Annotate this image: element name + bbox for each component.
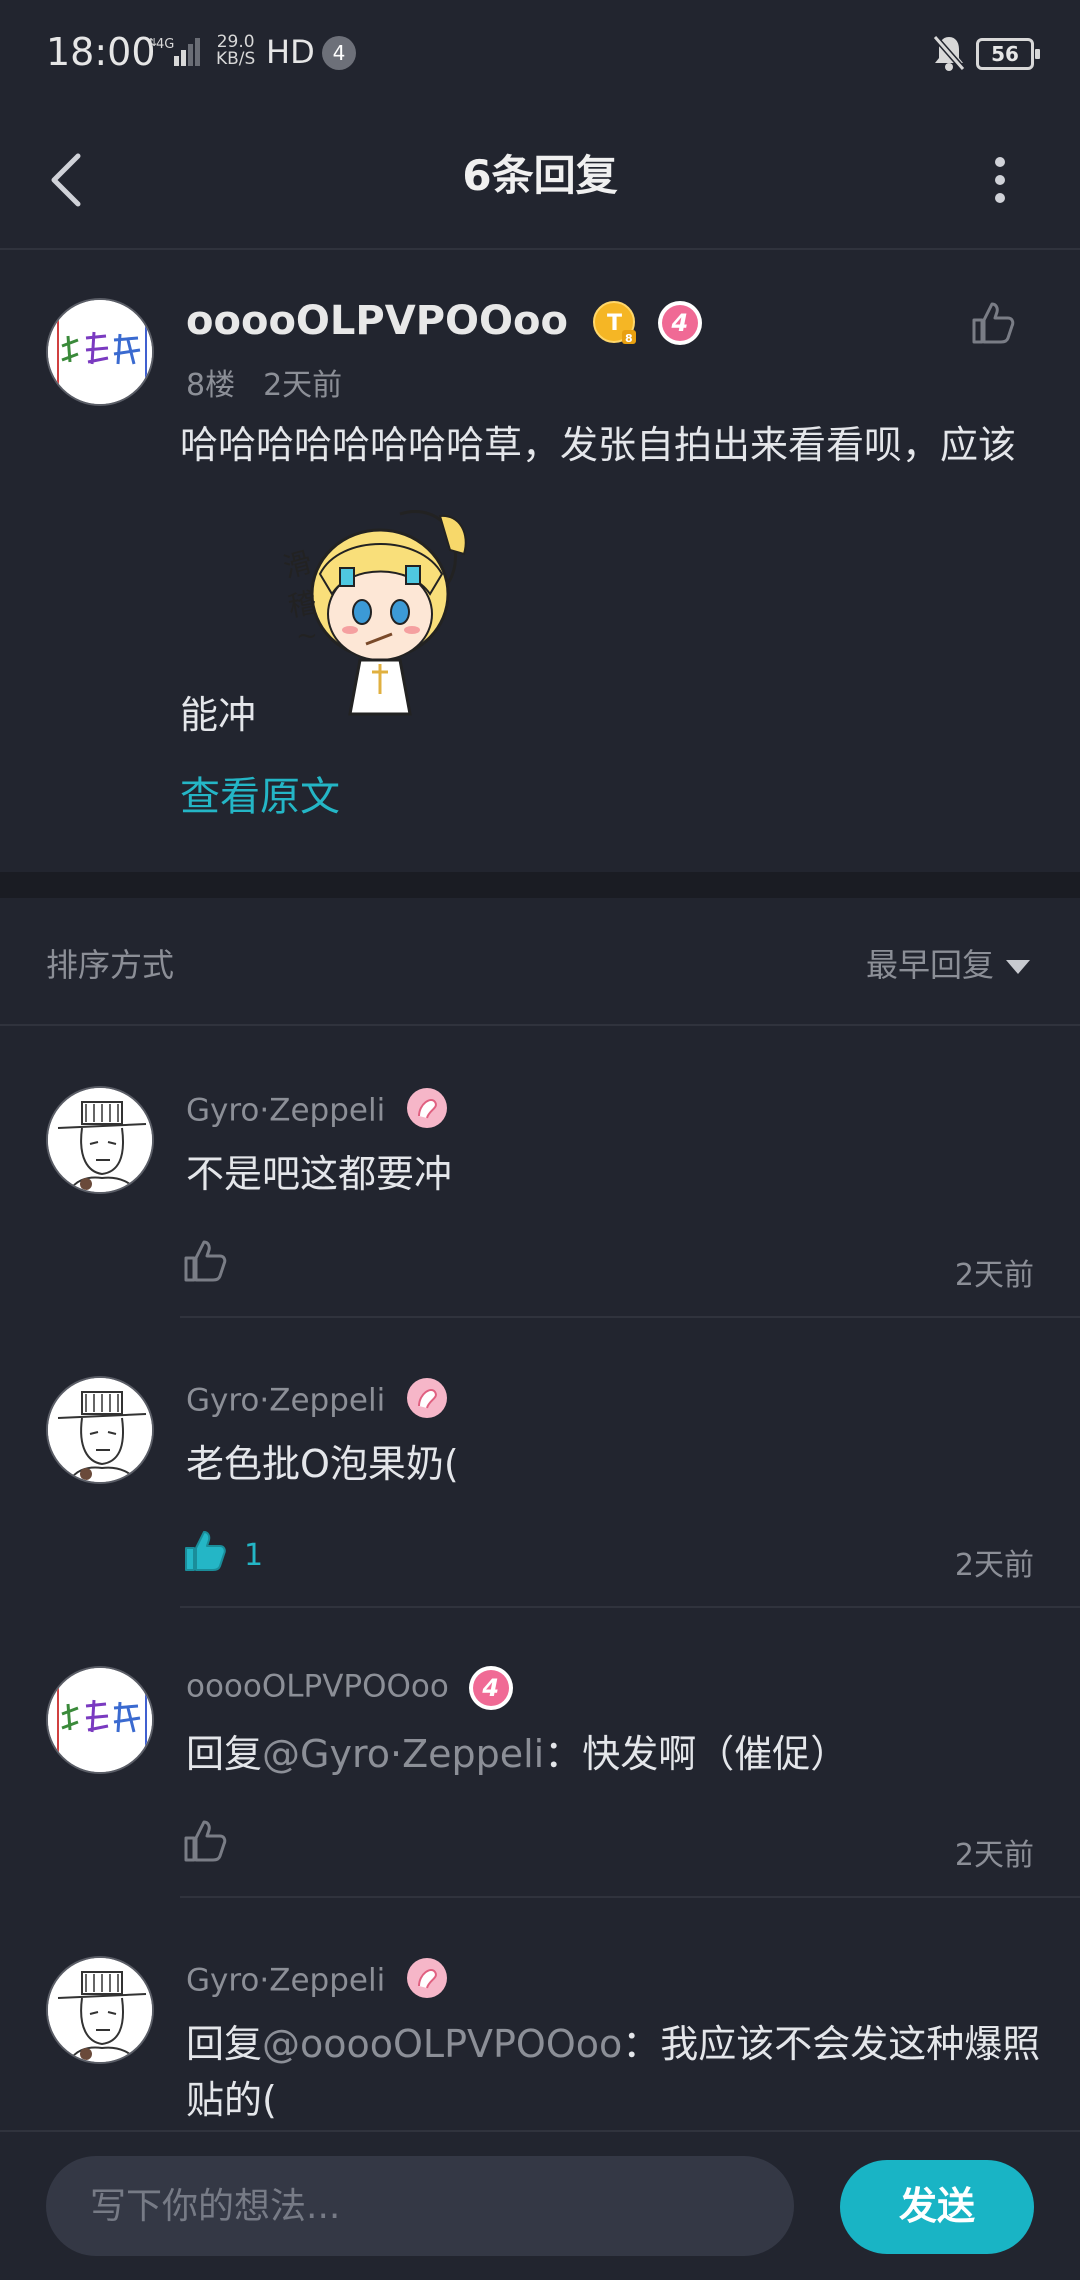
sketch-portrait-avatar-image [48, 1088, 152, 1192]
sketch-portrait-avatar-image [48, 1958, 152, 2062]
reply-item: Gyro·Zeppeli 老色批O泡果奶( 1 2天前 [0, 1318, 1080, 1608]
character-badge-icon [405, 1376, 449, 1428]
svg-text:稽: 稽 [286, 586, 319, 623]
like-button[interactable] [182, 1238, 228, 1288]
mention-link[interactable]: @Gyro·Zeppeli [262, 1732, 544, 1776]
more-options-button[interactable] [980, 144, 1020, 214]
reply-time: 2天前 [954, 1838, 1034, 1873]
battery-indicator: 56 [976, 38, 1040, 70]
reply-text: 回复@Gyro·Zeppeli：快发啊（催促） [186, 1732, 849, 1776]
status-bar: 18:00 ⇅ 4G 29.0 KB/S HD 4 56 [0, 0, 1080, 110]
reply-text: 回复@ooooOLPVPOOoo：我应该不会发这种爆照贴的( [186, 2022, 1041, 2122]
anime-girl-sticker: 滑 稽 ~ [280, 504, 510, 724]
floor-number: 8楼 [186, 368, 236, 403]
avatar[interactable] [46, 1956, 154, 2064]
status-time: 18:00 [46, 30, 156, 74]
caret-down-icon [1006, 960, 1030, 974]
reply-text: 老色批O泡果奶( [186, 1442, 459, 1486]
like-button[interactable] [182, 1818, 228, 1868]
thumbs-up-filled-icon [185, 1531, 226, 1571]
sketch-portrait-avatar-image [48, 1378, 152, 1482]
thumbs-up-icon [184, 1240, 227, 1282]
section-divider [0, 872, 1080, 898]
original-comment: ooooOLPVPOOoo T 8 4 8楼 2天前 哈哈哈哈哈哈哈哈草，发张自拍… [0, 252, 1080, 872]
view-original-link[interactable]: 查看原文 [180, 764, 340, 822]
svg-text:~: ~ [296, 621, 318, 651]
network-type: 4G [156, 37, 174, 52]
reply-time: 2天前 [954, 1548, 1034, 1583]
level-badge: 4 [468, 1666, 513, 1710]
calligraphy-avatar-image [48, 1668, 152, 1772]
avatar[interactable] [46, 298, 154, 406]
top-app-bar: 6条回复 [0, 110, 1080, 250]
reply-text: 不是吧这都要冲 [186, 1152, 453, 1196]
reply-username[interactable]: ooooOLPVPOOoo 4 [186, 1666, 513, 1710]
sort-selected-value: 最早回复 [865, 946, 994, 984]
reply-username[interactable]: Gyro·Zeppeli [186, 1376, 449, 1428]
reply-item: Gyro·Zeppeli 回复@ooooOLPVPOOoo：我应该不会发这种爆照… [0, 1898, 1080, 2130]
character-badge-icon [405, 1956, 449, 2008]
reply-time: 2天前 [954, 1258, 1034, 1293]
network-indicator: ⇅ 4G [148, 34, 204, 70]
network-speed: 29.0 KB/S [216, 32, 256, 69]
sort-dropdown[interactable]: 最早回复 [866, 940, 1030, 986]
comment-composer: 发送 [0, 2130, 1080, 2280]
post-text-line2: 能冲 [180, 693, 257, 737]
svg-text:8: 8 [625, 332, 633, 345]
thumbs-up-icon [184, 1820, 227, 1862]
reply-username[interactable]: Gyro·Zeppeli [186, 1956, 449, 2008]
signal-icon: ⇅ 4G [148, 36, 200, 66]
avatar[interactable] [46, 1376, 154, 1484]
avatar[interactable] [46, 1086, 154, 1194]
thumbs-up-icon [972, 302, 1015, 344]
vip-badge-icon: T 8 [592, 300, 638, 346]
notification-count-badge: 4 [322, 36, 356, 70]
like-button[interactable] [970, 300, 1016, 350]
post-username[interactable]: ooooOLPVPOOoo T 8 4 [186, 298, 702, 346]
svg-text:滑: 滑 [280, 545, 315, 584]
reply-item: Gyro·Zeppeli 不是吧这都要冲 2天前 [0, 1028, 1080, 1318]
post-time: 2天前 [263, 368, 343, 403]
more-vertical-icon [995, 157, 1005, 203]
send-button[interactable]: 发送 [840, 2160, 1034, 2254]
character-badge-icon [405, 1086, 449, 1138]
avatar[interactable] [46, 1666, 154, 1774]
sort-label: 排序方式 [46, 946, 175, 984]
like-count: 1 [244, 1538, 264, 1573]
level-badge: 4 [657, 301, 702, 345]
mention-link[interactable]: @ooooOLPVPOOoo [262, 2022, 622, 2066]
reply-username[interactable]: Gyro·Zeppeli [186, 1086, 449, 1138]
reply-item: ooooOLPVPOOoo 4 回复@Gyro·Zeppeli：快发啊（催促） … [0, 1608, 1080, 1898]
like-button-active[interactable] [182, 1528, 228, 1578]
page-title: 6条回复 [462, 151, 618, 200]
post-text-line1: 哈哈哈哈哈哈哈哈草，发张自拍出来看看呗，应该 [180, 423, 1017, 467]
post-meta: 8楼 2天前 [186, 360, 370, 404]
vip-badge-letter: T [607, 311, 622, 336]
bell-muted-icon [932, 34, 966, 76]
hd-indicator: HD [266, 33, 315, 71]
comment-input[interactable] [46, 2156, 794, 2256]
sort-bar: 排序方式 最早回复 [0, 898, 1080, 1026]
calligraphy-avatar-image [48, 300, 152, 404]
